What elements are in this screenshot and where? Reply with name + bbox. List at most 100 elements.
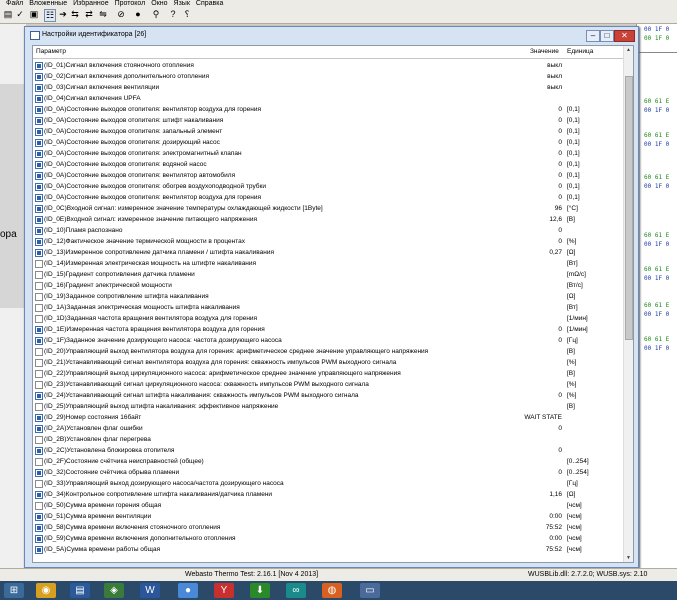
row-checkbox[interactable] — [35, 84, 43, 92]
table-row[interactable]: (ID_0E)Входной сигнал: измеренное значен… — [33, 214, 623, 225]
menu-item[interactable]: Язык — [174, 0, 190, 7]
row-checkbox[interactable] — [35, 326, 43, 334]
row-checkbox[interactable] — [35, 304, 43, 312]
table-row[interactable]: (ID_12)Фактическое значение термической … — [33, 236, 623, 247]
minimize-button[interactable]: – — [586, 30, 600, 42]
row-checkbox[interactable] — [35, 370, 43, 378]
scroll-thumb[interactable] — [625, 76, 633, 340]
table-row[interactable]: (ID_19)Заданное сопротивление штифта нак… — [33, 291, 623, 302]
title-bar[interactable]: Настройки идентификатора [26] – □ ✕ — [25, 27, 638, 44]
browser-icon[interactable]: ● — [178, 583, 198, 598]
row-checkbox[interactable] — [35, 447, 43, 455]
row-checkbox[interactable] — [35, 436, 43, 444]
table-row[interactable]: (ID_1D)Заданная частота вращения вентиля… — [33, 313, 623, 324]
arrows-icon[interactable]: ⇆ — [70, 9, 80, 20]
row-checkbox[interactable] — [35, 315, 43, 323]
table-row[interactable]: (ID_21)Устанавливающий сигнал вентилятор… — [33, 357, 623, 368]
row-checkbox[interactable] — [35, 106, 43, 114]
vertical-scrollbar[interactable]: ▲ ▼ — [623, 46, 633, 562]
column-header-value[interactable]: Значение — [530, 46, 559, 58]
open-icon[interactable]: ▤ — [3, 9, 13, 20]
scroll-down-icon[interactable]: ▼ — [624, 554, 633, 562]
row-checkbox[interactable] — [35, 502, 43, 510]
table-row[interactable]: (ID_20)Управляющий выход вентилятора воз… — [33, 346, 623, 357]
row-checkbox[interactable] — [35, 348, 43, 356]
table-row[interactable]: (ID_0A)Состояние выходов отопителя: вент… — [33, 170, 623, 181]
table-row[interactable]: (ID_22)Управляющий выход циркуляционного… — [33, 368, 623, 379]
row-checkbox[interactable] — [35, 480, 43, 488]
word-icon[interactable]: W — [140, 583, 160, 598]
row-checkbox[interactable] — [35, 249, 43, 257]
download-icon[interactable]: ⬇ — [250, 583, 270, 598]
table-row[interactable]: (ID_0A)Состояние выходов отопителя: дози… — [33, 137, 623, 148]
table-row[interactable]: (ID_59)Сумма времени включения дополните… — [33, 533, 623, 544]
table-row[interactable]: (ID_02)Сигнал включения дополнительного … — [33, 71, 623, 82]
arrow-right-icon[interactable]: ➔ — [58, 9, 68, 20]
row-checkbox[interactable] — [35, 95, 43, 103]
row-checkbox[interactable] — [35, 260, 43, 268]
table-row[interactable]: (ID_04)Сигнал включения UPFA — [33, 93, 623, 104]
table-row[interactable]: (ID_34)Контрольное сопротивление штифта … — [33, 489, 623, 500]
screen-icon[interactable]: ▭ — [360, 583, 380, 598]
arrows-move-icon[interactable]: ⇄ — [84, 9, 94, 20]
table-row[interactable]: (ID_58)Сумма времени включения стояночно… — [33, 522, 623, 533]
table-row[interactable]: (ID_03)Сигнал включения вентиляции выкл — [33, 82, 623, 93]
row-checkbox[interactable] — [35, 172, 43, 180]
table-row[interactable]: (ID_32)Состояние счётчика обрыва пламени… — [33, 467, 623, 478]
menu-item[interactable]: Протокол — [115, 0, 146, 7]
table-row[interactable]: (ID_0C)Входной сигнал: измеренное значен… — [33, 203, 623, 214]
table-row[interactable]: (ID_1A)Заданная электрическая мощность ш… — [33, 302, 623, 313]
column-header-parameter[interactable]: Параметр — [36, 46, 66, 58]
menu-item[interactable]: Избранное — [73, 0, 108, 7]
row-checkbox[interactable] — [35, 403, 43, 411]
row-checkbox[interactable] — [35, 337, 43, 345]
scroll-up-icon[interactable]: ▲ — [624, 46, 633, 54]
explorer-icon[interactable]: ▤ — [70, 583, 90, 598]
row-checkbox[interactable] — [35, 546, 43, 554]
firefox-icon[interactable]: ◍ — [322, 583, 342, 598]
row-checkbox[interactable] — [35, 513, 43, 521]
settings-icon[interactable]: ☷ — [44, 9, 56, 22]
menu-item[interactable]: Вложенные — [29, 0, 67, 7]
table-row[interactable]: (ID_0A)Состояние выходов отопителя: штиф… — [33, 115, 623, 126]
table-row[interactable]: (ID_13)Измеренное сопротивление датчика … — [33, 247, 623, 258]
row-checkbox[interactable] — [35, 205, 43, 213]
row-checkbox[interactable] — [35, 183, 43, 191]
help-arrow-icon[interactable]: ⸮ — [182, 9, 192, 20]
menu-item[interactable]: Окно — [151, 0, 167, 7]
close-button[interactable]: ✕ — [614, 30, 635, 42]
row-checkbox[interactable] — [35, 62, 43, 70]
help-icon[interactable]: ? — [168, 9, 178, 20]
row-checkbox[interactable] — [35, 238, 43, 246]
table-row[interactable]: (ID_0A)Состояние выходов отопителя: водя… — [33, 159, 623, 170]
table-row[interactable]: (ID_0A)Состояние выходов отопителя: запа… — [33, 126, 623, 137]
table-row[interactable]: (ID_1E)Измеренная частота вращения венти… — [33, 324, 623, 335]
row-checkbox[interactable] — [35, 271, 43, 279]
table-row[interactable]: (ID_50)Сумма времени горения общая [чсм] — [33, 500, 623, 511]
row-checkbox[interactable] — [35, 128, 43, 136]
table-row[interactable]: (ID_23)Устанавливающий сигнал циркуляцио… — [33, 379, 623, 390]
row-checkbox[interactable] — [35, 535, 43, 543]
table-row[interactable]: (ID_15)Градиент сопротивления датчика пл… — [33, 269, 623, 280]
start-button[interactable]: ⊞ — [4, 583, 24, 598]
table-row[interactable]: (ID_0A)Состояние выходов отопителя: обог… — [33, 181, 623, 192]
row-checkbox[interactable] — [35, 139, 43, 147]
table-row[interactable]: (ID_25)Управляющий выход штифта накалива… — [33, 401, 623, 412]
app-icon[interactable]: ◈ — [104, 583, 124, 598]
table-row[interactable]: (ID_2F)Состояние счётчика неисправностей… — [33, 456, 623, 467]
table-row[interactable]: (ID_16)Градиент электрической мощности [В… — [33, 280, 623, 291]
table-row[interactable]: (ID_2A)Установлен флаг ошибки 0 — [33, 423, 623, 434]
row-checkbox[interactable] — [35, 216, 43, 224]
pin-icon[interactable]: ⚲ — [151, 9, 161, 20]
row-checkbox[interactable] — [35, 392, 43, 400]
maximize-button[interactable]: □ — [600, 30, 614, 42]
table-row[interactable]: (ID_10)Пламя распознано 0 — [33, 225, 623, 236]
window-icon[interactable]: ▣ — [29, 9, 39, 20]
yandex-icon[interactable]: Y — [214, 583, 234, 598]
chrome-icon[interactable]: ◉ — [36, 583, 56, 598]
row-checkbox[interactable] — [35, 359, 43, 367]
row-checkbox[interactable] — [35, 282, 43, 290]
row-checkbox[interactable] — [35, 161, 43, 169]
row-checkbox[interactable] — [35, 469, 43, 477]
table-row[interactable]: (ID_5A)Сумма времени работы общая 75:52 [ч… — [33, 544, 623, 555]
